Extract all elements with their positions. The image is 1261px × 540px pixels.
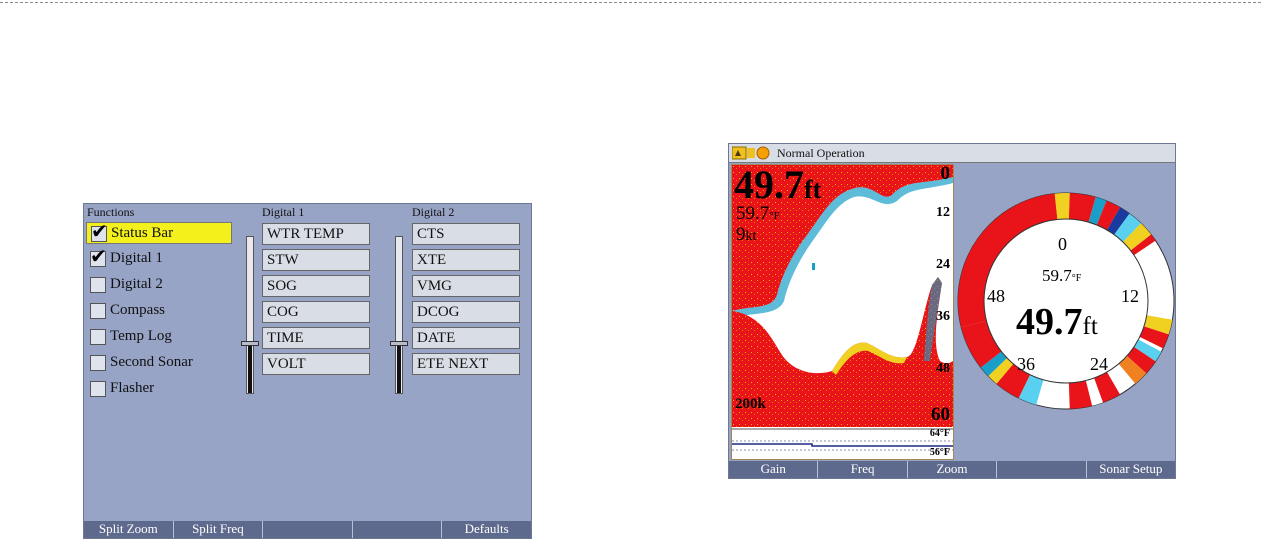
flasher-depth-value: 49.7	[1016, 301, 1083, 343]
digital2-field[interactable]: XTE	[412, 249, 520, 271]
softkey[interactable]: Gain	[729, 461, 818, 478]
softkey[interactable]	[996, 461, 1086, 478]
function-label: Second Sonar	[110, 354, 193, 370]
digital1-field[interactable]: WTR TEMP	[262, 223, 370, 245]
softkey[interactable]: Split Zoom	[84, 521, 173, 538]
digital1-field[interactable]: SOG	[262, 275, 370, 297]
function-item[interactable]: Compass	[86, 300, 232, 322]
scrollbar-fill	[248, 341, 252, 393]
sonar-flasher-screen: Normal Operation 49.7ft 59.7°F 9kt 0 12 …	[728, 143, 1176, 479]
function-checkbox[interactable]	[90, 329, 106, 345]
digital2-field[interactable]: VMG	[412, 275, 520, 297]
speed-unit: kt	[745, 229, 757, 244]
flasher-temp-readout: 59.7°F	[1042, 266, 1081, 286]
digital2-field[interactable]: DATE	[412, 327, 520, 349]
scrollbar-fill	[397, 341, 401, 393]
digital2-header: Digital 2	[412, 205, 455, 219]
flasher-gauge[interactable]: 0 12 24 36 48 59.7°F 49.7ft	[957, 192, 1175, 410]
digital1-field[interactable]: STW	[262, 249, 370, 271]
digital1-scrollbar[interactable]	[241, 236, 259, 394]
flasher-depth-readout: 49.7ft	[1016, 300, 1098, 344]
function-checkbox[interactable]: ✔	[91, 221, 108, 242]
depth-scale-label: 48	[936, 361, 950, 376]
function-checkbox[interactable]	[90, 355, 106, 371]
temp-graph-bottom: 56°F	[929, 447, 950, 458]
flasher-depth-unit: ft	[1082, 313, 1098, 340]
softkey[interactable]: Split Freq	[172, 521, 263, 538]
function-item[interactable]: Temp Log	[86, 326, 232, 348]
flasher-temp-unit: °F	[1071, 273, 1082, 284]
flasher-ring-label: 0	[1058, 234, 1067, 254]
digital2-field[interactable]: ETE NEXT	[412, 353, 520, 375]
digital1-header: Digital 1	[262, 205, 305, 219]
flasher-ring-label: 48	[987, 286, 1005, 306]
checkmark-icon: ✔	[90, 244, 107, 268]
depth-readout: 49.7ft	[734, 164, 822, 208]
page-top-rule	[0, 2, 1261, 3]
flasher-ring-label: 12	[1121, 286, 1139, 306]
depth-scale-label: 60	[931, 404, 950, 425]
right-softkey-bar: Gain Freq Zoom Sonar Setup	[729, 461, 1175, 478]
digital1-field[interactable]: TIME	[262, 327, 370, 349]
depth-scale-label: 0	[940, 164, 951, 184]
scrollbar-handle[interactable]	[241, 341, 259, 346]
status-bar: Normal Operation	[729, 144, 1175, 163]
speed-readout: 9kt	[736, 224, 756, 246]
speed-value: 9	[736, 224, 746, 245]
flasher-temp-value: 59.7	[1042, 266, 1072, 285]
softkey[interactable]	[351, 521, 442, 538]
water-temp-value: 59.7	[736, 203, 770, 224]
softkey[interactable]: Zoom	[906, 461, 997, 478]
function-label: Flasher	[110, 380, 155, 396]
sonar-status-icon	[732, 146, 770, 160]
functions-header: Functions	[87, 205, 135, 219]
function-item[interactable]: Digital 2	[86, 274, 232, 296]
softkey[interactable]	[262, 521, 352, 538]
sonar-view[interactable]: 49.7ft 59.7°F 9kt 0 12 24 36 48 60 200k 64°F …	[731, 164, 954, 460]
function-item[interactable]: ✔ Digital 1	[86, 246, 232, 270]
function-label: Digital 1	[110, 250, 163, 266]
frequency-label: 200k	[735, 396, 766, 412]
depth-scale-label: 36	[936, 309, 950, 324]
depth-scale-label: 12	[936, 205, 950, 220]
function-label: Status Bar	[111, 225, 174, 241]
function-item[interactable]: ✔ Status Bar	[86, 221, 232, 244]
checkmark-icon: ✔	[91, 219, 108, 243]
depth-scale-label: 24	[936, 257, 950, 272]
temp-graph-top: 64°F	[929, 428, 950, 439]
softkey[interactable]: Defaults	[441, 521, 531, 538]
function-checkbox[interactable]	[90, 277, 106, 293]
softkey[interactable]: Freq	[817, 461, 907, 478]
function-label: Temp Log	[110, 328, 172, 344]
digital2-scrollbar[interactable]	[390, 236, 408, 394]
function-label: Compass	[110, 302, 166, 318]
depth-value: 49.7	[734, 164, 804, 207]
flasher-ring-label: 36	[1017, 354, 1035, 374]
function-checkbox[interactable]	[90, 381, 106, 397]
digital2-field[interactable]: DCOG	[412, 301, 520, 323]
softkey[interactable]: Sonar Setup	[1085, 461, 1175, 478]
scrollbar-handle[interactable]	[390, 341, 408, 346]
function-item[interactable]: Second Sonar	[86, 352, 232, 374]
digital1-field[interactable]: COG	[262, 301, 370, 323]
water-temp-unit: °F	[769, 210, 780, 222]
left-softkey-bar: Split Zoom Split Freq Defaults	[84, 521, 531, 538]
digital2-field[interactable]: CTS	[412, 223, 520, 245]
function-checkbox[interactable]	[90, 303, 106, 319]
depth-unit: ft	[804, 175, 822, 204]
data-fields-setup-screen: Functions Digital 1 Digital 2 ✔ Status Ba…	[83, 203, 532, 539]
function-checkbox[interactable]: ✔	[90, 246, 107, 267]
water-temp-readout: 59.7°F	[736, 203, 780, 225]
function-label: Digital 2	[110, 276, 163, 292]
digital1-field[interactable]: VOLT	[262, 353, 370, 375]
flasher-ring-label: 24	[1090, 354, 1108, 374]
status-text: Normal Operation	[777, 146, 865, 160]
function-item[interactable]: Flasher	[86, 378, 232, 400]
